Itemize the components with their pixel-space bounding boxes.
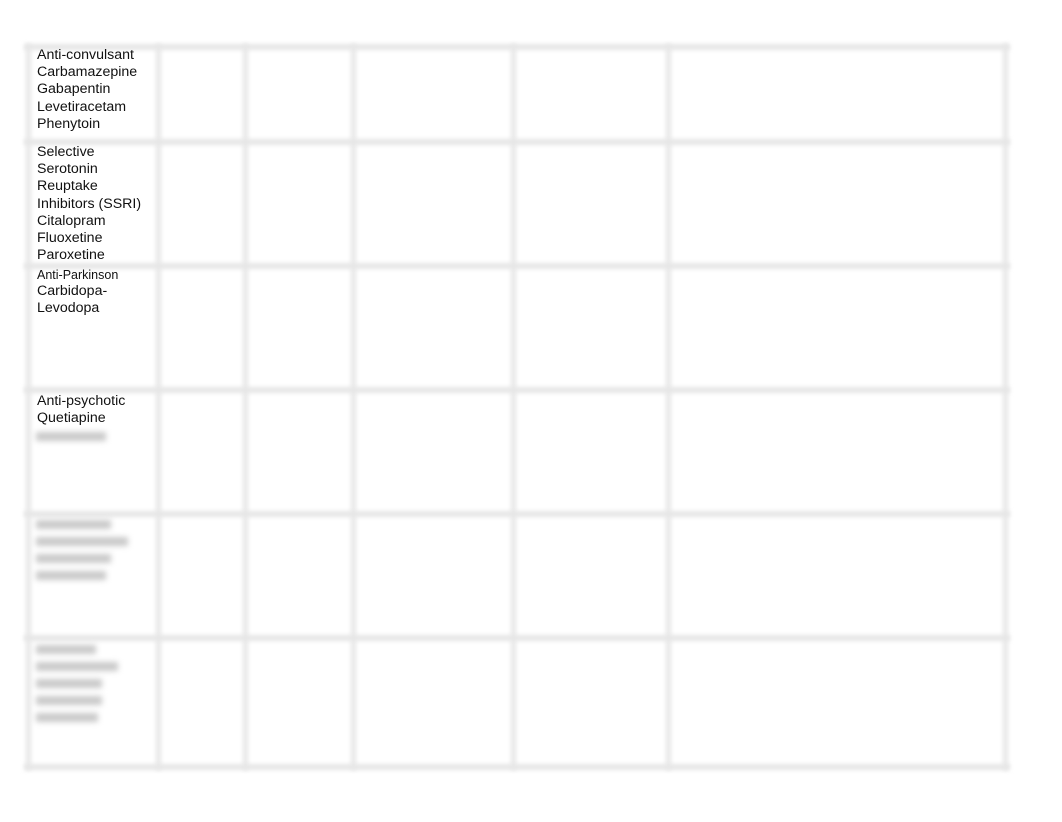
- drug-name: Carbamazepine: [37, 64, 138, 81]
- row-border: [24, 635, 1010, 641]
- drug-name: Citalopram: [37, 212, 106, 229]
- drug-class-cell-antipsychotic: Anti-psychotic Quetiapine: [37, 393, 125, 427]
- column-border: [156, 44, 161, 770]
- drug-class-label: Serotonin: [37, 161, 98, 178]
- row-border: [24, 44, 1010, 50]
- drug-name: Levetiracetam: [37, 98, 127, 115]
- row-border: [24, 387, 1010, 393]
- obscured-text: [36, 696, 102, 705]
- column-border: [1003, 44, 1008, 770]
- obscured-text: [36, 537, 128, 546]
- obscured-text: [36, 520, 111, 529]
- drug-class-label: Inhibitors (SSRI): [37, 195, 142, 212]
- drug-class-label: Anti-Parkinson: [37, 268, 119, 282]
- obscured-text: [36, 554, 111, 563]
- column-border: [243, 44, 248, 770]
- column-border: [351, 44, 356, 770]
- drug-name: Phenytoin: [37, 115, 101, 132]
- drug-class-label: Reuptake: [37, 178, 98, 195]
- obscured-text: [36, 571, 106, 580]
- obscured-text: [36, 432, 106, 441]
- row-border: [24, 511, 1010, 517]
- drug-name: Carbidopa-: [37, 283, 108, 299]
- row-border: [24, 764, 1010, 770]
- drug-name: Paroxetine: [37, 247, 105, 264]
- obscured-text: [36, 679, 102, 688]
- drug-class-label: Anti-psychotic: [37, 393, 126, 409]
- drug-class-cell-antiparkinson: Anti-Parkinson Carbidopa- Levodopa: [37, 268, 118, 317]
- row-border: [24, 139, 1010, 145]
- drug-name: Quetiapine: [37, 410, 106, 427]
- obscured-text: [36, 645, 96, 654]
- obscured-text: [36, 713, 98, 722]
- drug-name: Gabapentin: [37, 81, 111, 98]
- drug-name: Fluoxetine: [37, 230, 103, 247]
- column-border: [26, 44, 31, 770]
- drug-class-cell-anticonvulsant: Anti-convulsant Carbamazepine Gabapentin…: [37, 47, 137, 133]
- drug-class-cell-ssri: Selective Serotonin Reuptake Inhibitors …: [37, 144, 141, 264]
- row-border: [24, 263, 1010, 269]
- drug-class-label: Selective: [37, 144, 95, 160]
- obscured-text: [36, 662, 118, 671]
- column-border: [511, 44, 516, 770]
- drug-class-label: Anti-convulsant: [37, 47, 134, 63]
- drug-name: Levodopa: [37, 300, 100, 317]
- column-border: [666, 44, 671, 770]
